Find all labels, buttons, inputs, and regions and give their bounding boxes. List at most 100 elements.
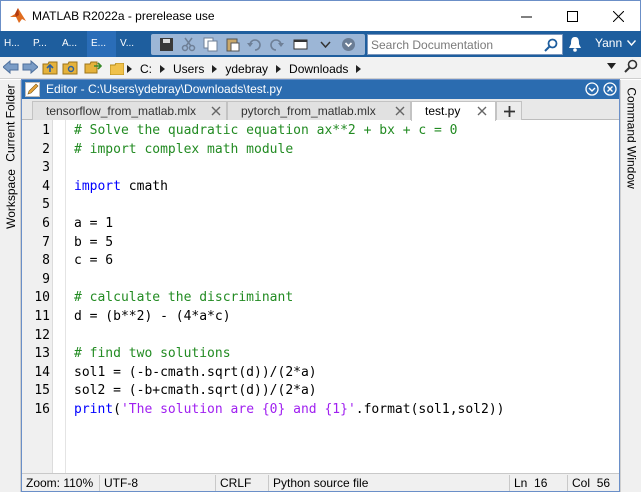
breadcrumb-item-users[interactable]: Users <box>173 62 204 76</box>
zoom-status: Zoom: 110% <box>26 476 94 490</box>
user-menu-label[interactable]: Yann <box>595 36 622 50</box>
string-literal: 'The solution are {0} and {1}' <box>120 402 356 417</box>
column-position-status: Col 56 <box>567 475 619 491</box>
search-placeholder: Search Documentation <box>371 38 494 52</box>
ribbon-tab-home[interactable]: H... <box>0 31 29 57</box>
breadcrumb-item-downloads[interactable]: Downloads <box>289 62 348 76</box>
code-text: .format(sol1,sol2)) <box>355 402 505 417</box>
switch-windows-icon[interactable] <box>293 37 308 52</box>
matlab-logo-icon <box>10 8 26 23</box>
editor-title: Editor - C:\Users\ydebray\Downloads\test… <box>46 82 283 96</box>
code-line-14: sol1 = (-b-cmath.sqrt(d))/(2*a) <box>74 364 317 380</box>
current-folder-address-bar: C: Users ydebray Downloads <box>0 57 641 79</box>
close-tab-icon[interactable] <box>395 106 405 116</box>
folder-search-icon[interactable] <box>624 59 638 75</box>
search-documentation-input[interactable]: Search Documentation <box>367 34 563 55</box>
address-dropdown-icon[interactable] <box>607 63 616 69</box>
tab-test-py[interactable]: test.py <box>411 101 496 121</box>
encoding-status: UTF-8 <box>99 475 215 491</box>
maximize-button[interactable] <box>549 1 595 32</box>
code-line-16: print('The solution are {0} and {1}'.for… <box>74 402 505 417</box>
search-icon[interactable] <box>544 38 558 52</box>
code-line-13: # find two solutions <box>74 346 231 362</box>
line-number: 11 <box>34 309 50 324</box>
code-line-15: sol2 = (-b+cmath.sqrt(d))/(2*a) <box>74 383 317 399</box>
line-number: 7 <box>42 234 50 250</box>
line-number: 5 <box>42 197 50 213</box>
editor-close-icon[interactable] <box>603 82 617 96</box>
line-number: 15 <box>34 383 50 399</box>
forward-arrow-icon[interactable] <box>22 60 38 74</box>
current-folder-tab-label: Current Folder <box>3 84 18 162</box>
line-number: 2 <box>42 141 50 157</box>
minimize-button[interactable] <box>503 1 549 32</box>
ln-value: 16 <box>534 476 548 490</box>
new-tab-button[interactable] <box>496 101 522 120</box>
user-menu-chevron-icon[interactable] <box>627 40 636 46</box>
command-window-tab[interactable]: Command Window <box>621 82 641 194</box>
breadcrumb-separator <box>276 65 282 73</box>
copy-icon[interactable] <box>203 37 218 52</box>
code-line-7: b = 5 <box>74 234 114 250</box>
code-line-2: # import complex math module <box>74 141 294 157</box>
cut-icon[interactable] <box>181 37 196 52</box>
ribbon-tab-editor[interactable]: E... <box>87 31 116 57</box>
line-position-status: Ln 16 <box>509 475 567 491</box>
qat-customize-chevron-icon[interactable] <box>318 37 333 52</box>
folder-sync-icon[interactable] <box>84 60 102 75</box>
line-number: 9 <box>42 271 50 287</box>
quick-access-toolbar <box>151 34 365 55</box>
ribbon-bar: H... P... A... E... V... Search Document… <box>0 31 641 57</box>
breadcrumb-item-c-drive[interactable]: C: <box>140 62 152 76</box>
save-icon[interactable] <box>159 37 174 52</box>
up-one-level-icon[interactable] <box>42 60 58 75</box>
code-line-8: c = 6 <box>74 253 114 269</box>
code-line-4: import cmath <box>74 179 168 194</box>
line-number-gutter: 1 2 3 4 5 6 7 8 9 10 11 12 13 14 15 16 <box>22 120 53 475</box>
code-text: cmath <box>120 178 168 194</box>
tab-label: pytorch_from_matlab.mlx <box>241 104 376 118</box>
line-number: 16 <box>34 402 50 417</box>
close-tab-icon[interactable] <box>211 106 221 116</box>
line-number: 4 <box>42 178 50 194</box>
notifications-bell-icon[interactable] <box>568 36 582 52</box>
line-ending-status: CRLF <box>215 475 268 491</box>
line-number: 8 <box>42 253 50 269</box>
tab-tensorflow-from-matlab[interactable]: tensorflow_from_matlab.mlx <box>32 101 227 120</box>
ribbon-tab-plots[interactable]: P... <box>29 31 58 57</box>
code-text: ( <box>113 402 121 417</box>
ribbon-tab-view[interactable]: V... <box>116 31 148 57</box>
help-options-icon[interactable] <box>341 37 356 52</box>
keyword-import: import <box>74 178 121 194</box>
code-area[interactable]: 1 2 3 4 5 6 7 8 9 10 11 12 13 14 15 16 #… <box>22 120 619 475</box>
tab-pytorch-from-matlab[interactable]: pytorch_from_matlab.mlx <box>227 101 411 120</box>
code-folding-margin <box>53 120 66 475</box>
paste-icon[interactable] <box>225 37 240 52</box>
breadcrumb-separator <box>160 65 165 73</box>
breadcrumb-separator <box>356 65 362 73</box>
code-line-6: a = 1 <box>74 216 114 231</box>
redo-icon[interactable] <box>269 37 284 52</box>
col-value: 56 <box>596 476 611 490</box>
right-dock: Command Window <box>620 80 641 492</box>
minimize-icon <box>520 16 532 18</box>
close-window-button[interactable] <box>595 1 641 32</box>
browse-folder-icon[interactable] <box>62 60 78 75</box>
close-tab-icon[interactable] <box>477 106 487 116</box>
workspace-tab[interactable]: Workspace <box>0 166 21 232</box>
status-bar: Zoom: 110% UTF-8 CRLF Python source file… <box>22 473 619 491</box>
undo-icon[interactable] <box>247 37 262 52</box>
ribbon-tab-apps[interactable]: A... <box>58 31 87 57</box>
breadcrumb-item-ydebray[interactable]: ydebray <box>225 62 268 76</box>
left-dock: Current Folder Workspace <box>0 80 21 492</box>
folder-icon <box>110 63 124 75</box>
back-arrow-icon[interactable] <box>3 60 19 74</box>
tab-label: tensorflow_from_matlab.mlx <box>46 104 197 118</box>
line-number: 10 <box>34 290 50 306</box>
plus-icon <box>503 105 515 117</box>
current-folder-tab[interactable]: Current Folder <box>0 82 21 164</box>
command-window-tab-label: Command Window <box>624 87 639 189</box>
ln-label: Ln <box>514 476 528 490</box>
tab-label: test.py <box>425 104 461 118</box>
editor-options-icon[interactable] <box>585 82 599 96</box>
